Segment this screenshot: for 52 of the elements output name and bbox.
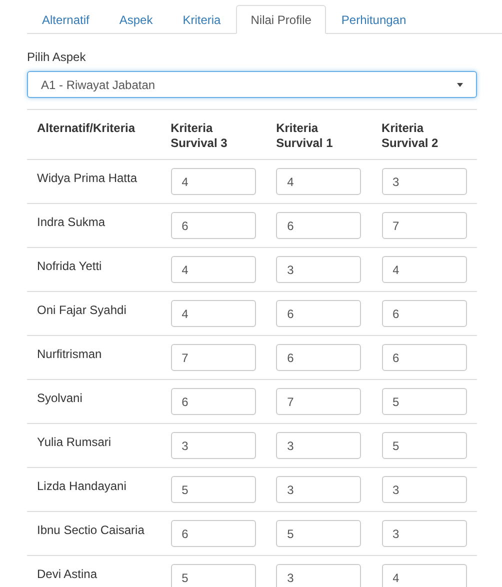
value-input[interactable]: 5: [276, 520, 362, 547]
value-input[interactable]: 7: [382, 212, 467, 239]
value-input[interactable]: 6: [276, 344, 362, 371]
column-header: Kriteria Survival 1: [276, 121, 333, 150]
value-input[interactable]: 3: [276, 256, 362, 283]
alternative-name: Nofrida Yetti: [37, 259, 102, 273]
value-input[interactable]: 5: [382, 388, 467, 415]
alternative-name: Ibnu Sectio Caisaria: [37, 523, 144, 537]
caret-icon: [457, 82, 463, 86]
value-input[interactable]: 6: [276, 300, 362, 327]
value-input[interactable]: 4: [170, 256, 256, 283]
alternative-name: Oni Fajar Syahdi: [37, 303, 126, 317]
value-input[interactable]: 6: [170, 212, 256, 239]
tab[interactable]: Kriteria: [168, 5, 236, 34]
tab[interactable]: Alternatif: [27, 5, 104, 34]
value-input[interactable]: 4: [382, 564, 467, 587]
value-input[interactable]: 6: [170, 520, 256, 547]
value-input[interactable]: 4: [170, 168, 256, 195]
alternative-name: Nurfitrisman: [37, 347, 102, 361]
value-input[interactable]: 6: [170, 388, 256, 415]
value-input[interactable]: 7: [276, 388, 362, 415]
value-input[interactable]: 3: [276, 476, 362, 503]
value-input[interactable]: 6: [276, 212, 362, 239]
alternative-name: Devi Astina: [37, 567, 98, 581]
value-input[interactable]: 3: [382, 520, 467, 547]
value-input[interactable]: 3: [382, 476, 467, 503]
alternative-name: Syolvani: [37, 391, 82, 405]
value-input[interactable]: 5: [382, 432, 467, 459]
alternative-name: Widya Prima Hatta: [37, 171, 138, 185]
tab[interactable]: Perhitungan: [326, 5, 422, 34]
value-input[interactable]: 5: [170, 564, 256, 587]
alternative-name: Lizda Handayani: [37, 479, 126, 493]
alternative-name: Yulia Rumsari: [37, 435, 112, 449]
value-input[interactable]: 3: [382, 168, 467, 195]
column-header: Kriteria Survival 3: [170, 121, 228, 150]
value-input[interactable]: 3: [276, 564, 362, 587]
value-input[interactable]: 4: [382, 256, 467, 283]
aspect-select[interactable]: A1 - Riwayat Jabatan: [27, 71, 477, 98]
value-input[interactable]: 4: [276, 168, 362, 195]
alternative-name: Indra Sukma: [37, 215, 106, 229]
column-header: Alternatif/Kriteria: [37, 121, 136, 135]
tab[interactable]: Aspek: [104, 5, 168, 34]
field-label: Pilih Aspek: [27, 49, 87, 66]
value-input[interactable]: 6: [382, 344, 467, 371]
value-input[interactable]: 3: [170, 432, 256, 459]
column-header: Kriteria Survival 2: [382, 121, 438, 150]
value-input[interactable]: 6: [382, 300, 467, 327]
value-input[interactable]: 5: [170, 476, 256, 503]
value-input[interactable]: 4: [170, 300, 256, 327]
tab[interactable]: Nilai Profile: [236, 5, 326, 34]
value-input[interactable]: 7: [170, 344, 256, 371]
value-input[interactable]: 3: [276, 432, 362, 459]
